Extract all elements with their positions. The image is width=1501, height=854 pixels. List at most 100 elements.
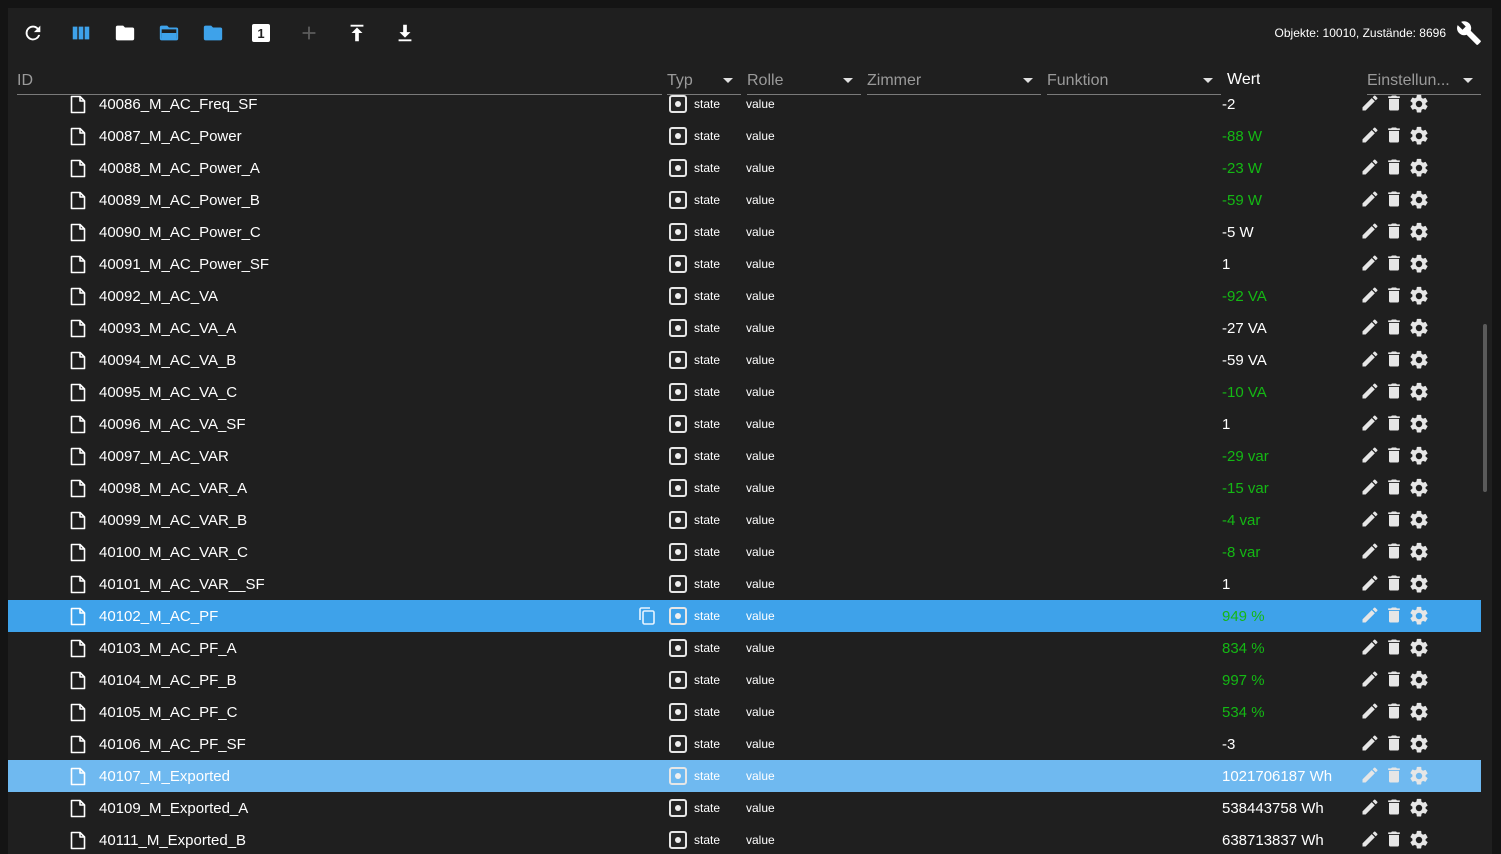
table-row[interactable]: 40096_M_AC_VA_SF state value 1 bbox=[8, 408, 1481, 440]
delete-button[interactable] bbox=[1384, 797, 1406, 819]
table-row[interactable]: 40097_M_AC_VAR state value -29 var bbox=[8, 440, 1481, 472]
settings-button[interactable] bbox=[1408, 445, 1430, 467]
table-row[interactable]: 40087_M_AC_Power state value -88 W bbox=[8, 120, 1481, 152]
delete-button[interactable] bbox=[1384, 701, 1406, 723]
add-button[interactable] bbox=[296, 20, 322, 46]
settings-button[interactable] bbox=[1408, 477, 1430, 499]
delete-button[interactable] bbox=[1384, 573, 1406, 595]
object-value[interactable]: 1 bbox=[1222, 256, 1230, 273]
settings-button[interactable] bbox=[1408, 93, 1430, 115]
edit-button[interactable] bbox=[1360, 605, 1382, 627]
table-row[interactable]: 40106_M_AC_PF_SF state value -3 bbox=[8, 728, 1481, 760]
object-value[interactable]: -29 var bbox=[1222, 448, 1269, 465]
object-value[interactable]: 834 % bbox=[1222, 640, 1265, 657]
edit-button[interactable] bbox=[1360, 509, 1382, 531]
table-row[interactable]: 40101_M_AC_VAR__SF state value 1 bbox=[8, 568, 1481, 600]
table-row[interactable]: 40089_M_AC_Power_B state value -59 W bbox=[8, 184, 1481, 216]
settings-button[interactable] bbox=[1408, 317, 1430, 339]
settings-wrench-button[interactable] bbox=[1456, 20, 1482, 46]
table-row[interactable]: 40094_M_AC_VA_B state value -59 VA bbox=[8, 344, 1481, 376]
settings-button[interactable] bbox=[1408, 733, 1430, 755]
edit-button[interactable] bbox=[1360, 765, 1382, 787]
settings-button[interactable] bbox=[1408, 669, 1430, 691]
delete-button[interactable] bbox=[1384, 541, 1406, 563]
table-row[interactable]: 40100_M_AC_VAR_C state value -8 var bbox=[8, 536, 1481, 568]
table-row[interactable]: 40109_M_Exported_A state value 538443758 Wh bbox=[8, 792, 1481, 824]
table-row[interactable]: 40088_M_AC_Power_A state value -23 W bbox=[8, 152, 1481, 184]
delete-button[interactable] bbox=[1384, 637, 1406, 659]
edit-button[interactable] bbox=[1360, 349, 1382, 371]
folder-open-button[interactable] bbox=[156, 20, 182, 46]
settings-button[interactable] bbox=[1408, 413, 1430, 435]
settings-button[interactable] bbox=[1408, 381, 1430, 403]
delete-button[interactable] bbox=[1384, 285, 1406, 307]
edit-button[interactable] bbox=[1360, 445, 1382, 467]
delete-button[interactable] bbox=[1384, 413, 1406, 435]
delete-button[interactable] bbox=[1384, 829, 1406, 851]
object-value[interactable]: -3 bbox=[1222, 736, 1235, 753]
delete-button[interactable] bbox=[1384, 669, 1406, 691]
table-row[interactable]: 40099_M_AC_VAR_B state value -4 var bbox=[8, 504, 1481, 536]
object-value[interactable]: -59 W bbox=[1222, 192, 1262, 209]
settings-button[interactable] bbox=[1408, 125, 1430, 147]
edit-button[interactable] bbox=[1360, 477, 1382, 499]
object-value[interactable]: -5 W bbox=[1222, 224, 1254, 241]
table-row[interactable]: 40095_M_AC_VA_C state value -10 VA bbox=[8, 376, 1481, 408]
object-value[interactable]: 1 bbox=[1222, 416, 1230, 433]
table-row[interactable]: 40086_M_AC_Freq_SF state value -2 bbox=[8, 88, 1481, 120]
refresh-button[interactable] bbox=[20, 20, 46, 46]
object-value[interactable]: 997 % bbox=[1222, 672, 1265, 689]
edit-button[interactable] bbox=[1360, 733, 1382, 755]
delete-button[interactable] bbox=[1384, 381, 1406, 403]
settings-button[interactable] bbox=[1408, 605, 1430, 627]
edit-button[interactable] bbox=[1360, 701, 1382, 723]
download-button[interactable] bbox=[392, 20, 418, 46]
object-value[interactable]: 638713837 Wh bbox=[1222, 832, 1324, 849]
edit-button[interactable] bbox=[1360, 157, 1382, 179]
object-value[interactable]: -4 var bbox=[1222, 512, 1260, 529]
settings-button[interactable] bbox=[1408, 701, 1430, 723]
settings-button[interactable] bbox=[1408, 573, 1430, 595]
table-row[interactable]: 40103_M_AC_PF_A state value 834 % bbox=[8, 632, 1481, 664]
settings-button[interactable] bbox=[1408, 349, 1430, 371]
edit-button[interactable] bbox=[1360, 669, 1382, 691]
delete-button[interactable] bbox=[1384, 253, 1406, 275]
table-row[interactable]: 40091_M_AC_Power_SF state value 1 bbox=[8, 248, 1481, 280]
object-value[interactable]: -59 VA bbox=[1222, 352, 1267, 369]
edit-button[interactable] bbox=[1360, 285, 1382, 307]
object-value[interactable]: 1021706187 Wh bbox=[1222, 768, 1332, 785]
edit-button[interactable] bbox=[1360, 317, 1382, 339]
delete-button[interactable] bbox=[1384, 509, 1406, 531]
edit-button[interactable] bbox=[1360, 221, 1382, 243]
delete-button[interactable] bbox=[1384, 189, 1406, 211]
edit-button[interactable] bbox=[1360, 189, 1382, 211]
table-row[interactable]: 40092_M_AC_VA state value -92 VA bbox=[8, 280, 1481, 312]
object-value[interactable]: 538443758 Wh bbox=[1222, 800, 1324, 817]
edit-button[interactable] bbox=[1360, 381, 1382, 403]
edit-button[interactable] bbox=[1360, 541, 1382, 563]
delete-button[interactable] bbox=[1384, 349, 1406, 371]
edit-button[interactable] bbox=[1360, 829, 1382, 851]
table-row[interactable]: 40105_M_AC_PF_C state value 534 % bbox=[8, 696, 1481, 728]
object-value[interactable]: 1 bbox=[1222, 576, 1230, 593]
table-row[interactable]: 40104_M_AC_PF_B state value 997 % bbox=[8, 664, 1481, 696]
table-row[interactable]: 40090_M_AC_Power_C state value -5 W bbox=[8, 216, 1481, 248]
object-value[interactable]: 534 % bbox=[1222, 704, 1265, 721]
delete-button[interactable] bbox=[1384, 93, 1406, 115]
settings-button[interactable] bbox=[1408, 189, 1430, 211]
settings-button[interactable] bbox=[1408, 829, 1430, 851]
settings-button[interactable] bbox=[1408, 637, 1430, 659]
number-button[interactable]: 1 bbox=[248, 20, 274, 46]
delete-button[interactable] bbox=[1384, 157, 1406, 179]
folder-blue-button[interactable] bbox=[200, 20, 226, 46]
object-value[interactable]: 949 % bbox=[1222, 608, 1265, 625]
object-value[interactable]: -88 W bbox=[1222, 128, 1262, 145]
table-row[interactable]: 40098_M_AC_VAR_A state value -15 var bbox=[8, 472, 1481, 504]
object-value[interactable]: -23 W bbox=[1222, 160, 1262, 177]
delete-button[interactable] bbox=[1384, 477, 1406, 499]
edit-button[interactable] bbox=[1360, 93, 1382, 115]
settings-button[interactable] bbox=[1408, 157, 1430, 179]
edit-button[interactable] bbox=[1360, 573, 1382, 595]
object-value[interactable]: -92 VA bbox=[1222, 288, 1267, 305]
folder-button[interactable] bbox=[112, 20, 138, 46]
